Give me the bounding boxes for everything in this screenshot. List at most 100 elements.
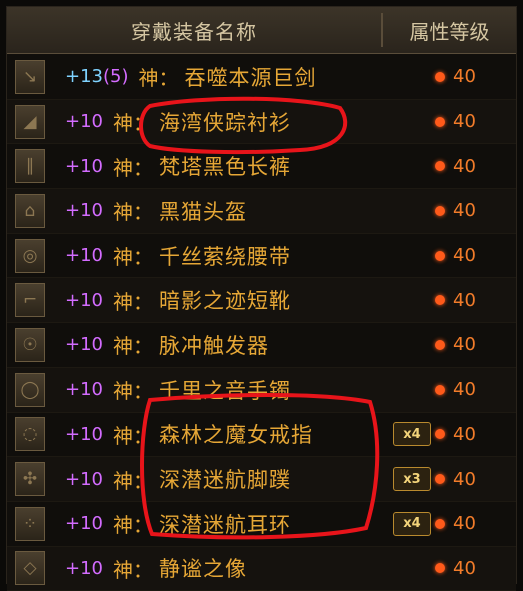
attribute-level: 40 — [435, 334, 476, 355]
bonus-level: (5) — [103, 66, 129, 88]
grade-prefix: 神： — [138, 66, 179, 91]
equipment-panel: 穿戴装备名称 属性等级 ↘ +13 (5) 神： 吞噬本源巨剑 40 ◢ +10 神： 海湾侠踪衬… — [6, 6, 517, 591]
equipment-name: 森林之魔女戒指 — [159, 423, 313, 448]
grade-prefix: 神： — [113, 200, 153, 225]
equipment-row[interactable]: ∥ +10 神： 梵塔黑色长裤 40 — [7, 144, 516, 190]
equipment-row[interactable]: ⌂ +10 神： 黑猫头盔 40 — [7, 189, 516, 234]
level-dot-icon — [435, 474, 445, 485]
items.4.icon[interactable]: ◎ — [15, 238, 45, 273]
equipment-name: 黑猫头盔 — [159, 199, 247, 224]
level-dot-icon — [435, 295, 445, 306]
set-bonus-badge: x4 — [393, 511, 431, 536]
items.7.icon[interactable]: ◯ — [15, 372, 45, 407]
attribute-level: 40 — [435, 379, 476, 400]
enhance-level: +10 — [65, 155, 103, 177]
grade-prefix: 神： — [113, 513, 153, 538]
equipment-name: 梵塔黑色长裤 — [159, 155, 291, 180]
equipment-list: ↘ +13 (5) 神： 吞噬本源巨剑 40 ◢ +10 神： 海湾侠踪衬衫 40 ∥ +10 神： 梵塔黑… — [7, 55, 516, 591]
grade-prefix: 神： — [113, 379, 153, 404]
level-dot-icon — [435, 161, 445, 172]
attribute-level: 40 — [435, 111, 476, 132]
grade-prefix: 神： — [113, 468, 153, 493]
items.11.icon[interactable]: ◇ — [15, 551, 45, 586]
name-column-header: 穿戴装备名称 — [131, 19, 257, 44]
equipment-name: 吞噬本源巨剑 — [184, 65, 317, 90]
enhance-level: +10 — [65, 111, 103, 133]
level-dot-icon — [435, 250, 445, 261]
enhance-level: +10 — [65, 289, 103, 311]
enhance-level: +10 — [65, 513, 103, 535]
attribute-level: 40 — [435, 156, 476, 177]
equipment-row[interactable]: ◌ +10 神： 森林之魔女戒指 x4 40 — [7, 413, 516, 458]
grade-prefix: 神： — [113, 423, 153, 448]
level-dot-icon — [435, 429, 445, 440]
items.1.icon[interactable]: ◢ — [15, 104, 45, 139]
attribute-level: 40 — [435, 424, 476, 445]
level-value: 40 — [453, 379, 476, 401]
table-header: 穿戴装备名称 属性等级 — [7, 7, 516, 54]
attribute-level: 40 — [435, 200, 476, 221]
equipment-row[interactable]: ⁘ +10 神： 深潜迷航耳环 x4 40 — [7, 502, 516, 547]
level-value: 40 — [453, 334, 476, 356]
level-value: 40 — [453, 245, 476, 267]
enhance-level: +10 — [65, 334, 103, 356]
level-value: 40 — [453, 468, 476, 490]
level-dot-icon — [435, 384, 445, 395]
attribute-level: 40 — [435, 66, 476, 87]
enhance-level: +10 — [65, 379, 103, 401]
grade-prefix: 神： — [113, 334, 153, 359]
enhance-level: +13 — [65, 66, 103, 88]
attribute-level: 40 — [435, 245, 476, 266]
equipment-name: 暗影之迹短靴 — [159, 289, 291, 314]
enhance-level: +10 — [65, 200, 103, 222]
level-value: 40 — [453, 423, 476, 445]
grade-prefix: 神： — [113, 289, 153, 314]
equipment-row[interactable]: ✣ +10 神： 深潜迷航脚蹼 x3 40 — [7, 457, 516, 502]
level-value: 40 — [453, 513, 476, 535]
items.0.icon[interactable]: ↘ — [15, 59, 45, 94]
grade-prefix: 神： — [113, 111, 153, 136]
equipment-name: 千丝萦绕腰带 — [159, 244, 291, 269]
equipment-row[interactable]: ◇ +10 神： 静谧之像 40 — [7, 546, 516, 591]
level-dot-icon — [435, 563, 445, 574]
equipment-name: 海湾侠踪衬衫 — [159, 110, 291, 135]
enhance-level: +10 — [65, 423, 103, 445]
level-value: 40 — [453, 557, 476, 579]
equipment-name: 深潜迷航耳环 — [159, 512, 291, 537]
grade-prefix: 神： — [113, 245, 153, 270]
level-value: 40 — [453, 289, 476, 311]
level-column-header: 属性等级 — [409, 19, 490, 44]
set-bonus-badge: x3 — [393, 467, 431, 492]
items.2.icon[interactable]: ∥ — [15, 149, 45, 184]
equipment-row[interactable]: ↘ +13 (5) 神： 吞噬本源巨剑 40 — [7, 55, 516, 100]
attribute-level: 40 — [435, 469, 476, 490]
items.5.icon[interactable]: ⌐ — [15, 283, 45, 318]
equipment-row[interactable]: ◢ +10 神： 海湾侠踪衬衫 40 — [7, 99, 516, 145]
level-dot-icon — [435, 71, 445, 82]
items.10.icon[interactable]: ⁘ — [15, 506, 45, 541]
equipment-row[interactable]: ☉ +10 神： 脉冲触发器 40 — [7, 323, 516, 368]
level-dot-icon — [435, 205, 445, 216]
items.6.icon[interactable]: ☉ — [15, 327, 45, 362]
level-dot-icon — [435, 518, 445, 529]
equipment-name: 静谧之像 — [159, 557, 247, 582]
equipment-name: 千里之音手镯 — [159, 378, 291, 403]
level-value: 40 — [453, 200, 476, 222]
level-value: 40 — [453, 155, 476, 177]
equipment-row[interactable]: ⌐ +10 神： 暗影之迹短靴 40 — [7, 278, 516, 324]
enhance-level: +10 — [65, 245, 103, 267]
enhance-level: +10 — [65, 557, 103, 579]
equipment-row[interactable]: ◎ +10 神： 千丝萦绕腰带 40 — [7, 234, 516, 279]
items.8.icon[interactable]: ◌ — [15, 417, 45, 452]
equipment-row[interactable]: ◯ +10 神： 千里之音手镯 40 — [7, 367, 516, 413]
items.9.icon[interactable]: ✣ — [15, 462, 45, 497]
attribute-level: 40 — [435, 558, 476, 579]
attribute-level: 40 — [435, 513, 476, 534]
level-value: 40 — [453, 66, 476, 88]
level-value: 40 — [453, 111, 476, 133]
items.3.icon[interactable]: ⌂ — [15, 193, 45, 228]
set-bonus-badge: x4 — [393, 422, 431, 447]
level-dot-icon — [435, 339, 445, 350]
grade-prefix: 神： — [113, 557, 153, 582]
equipment-name: 深潜迷航脚蹼 — [159, 468, 291, 493]
